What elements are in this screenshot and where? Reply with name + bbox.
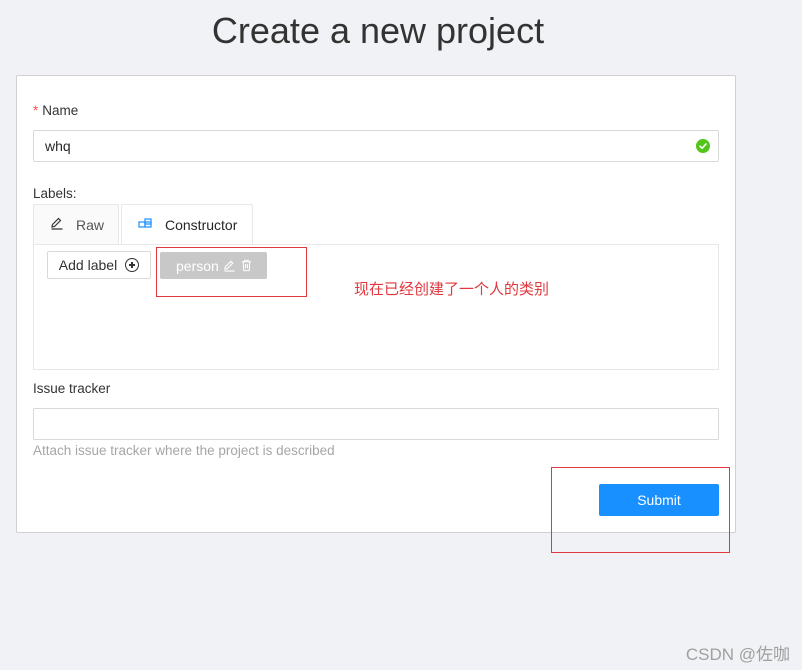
name-input-value: whq: [45, 138, 71, 154]
issue-tracker-label: Issue tracker: [33, 381, 111, 396]
tab-raw[interactable]: Raw: [33, 204, 119, 244]
annotation-box-labels: [156, 247, 307, 297]
issue-tracker-input[interactable]: [33, 408, 719, 440]
required-mark: *: [33, 103, 39, 118]
tab-constructor[interactable]: Constructor: [121, 204, 253, 245]
name-input[interactable]: whq: [33, 130, 719, 162]
blocks-icon: [138, 217, 153, 234]
name-label: * Name: [33, 103, 79, 118]
annotation-text: 现在已经创建了一个人的类别: [354, 281, 550, 298]
page-title: Create a new project: [211, 10, 545, 51]
issue-tracker-help: Attach issue tracker where the project i…: [33, 443, 335, 458]
labels-label: Labels:: [33, 186, 77, 201]
annotation-box-submit: [551, 467, 730, 553]
add-label-button-text: Add label: [58, 257, 118, 273]
tab-constructor-label: Constructor: [165, 217, 238, 233]
check-circle-icon: [696, 139, 710, 153]
watermark: CSDN @佐咖: [685, 645, 790, 664]
plus-circle-icon: [125, 258, 140, 272]
create-project-form: * Name whq Labels: Raw Constructor Add la…: [16, 75, 736, 533]
add-label-button[interactable]: Add label: [47, 251, 151, 279]
tab-raw-label: Raw: [76, 216, 105, 233]
edit-icon: [50, 216, 64, 233]
